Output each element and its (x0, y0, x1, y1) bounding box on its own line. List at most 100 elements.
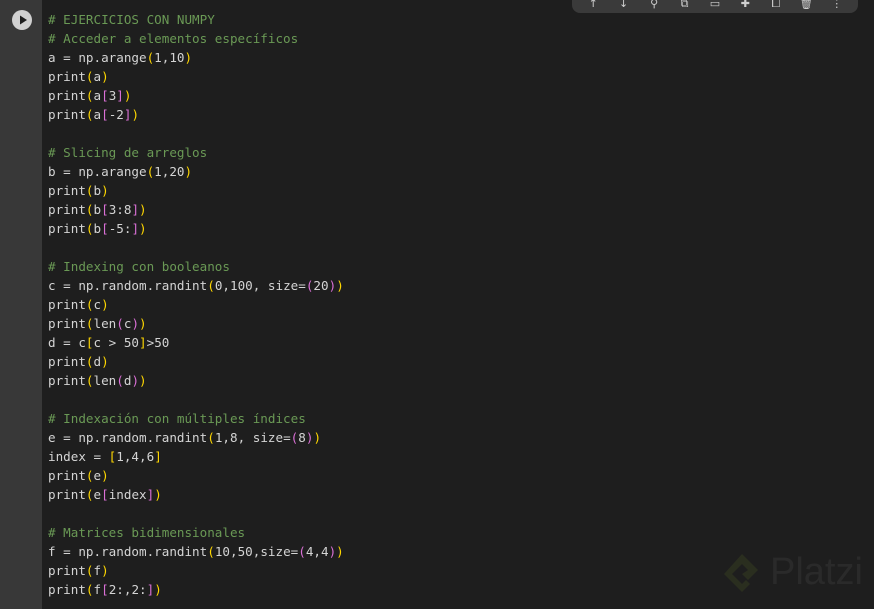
bracket: ( (85, 354, 94, 369)
bracket: ) (154, 582, 162, 597)
code-editor[interactable]: # EJERCICIOS CON NUMPY # Acceder a elemen… (42, 0, 874, 609)
bracket: ) (123, 88, 132, 103)
bracket: ) (139, 202, 147, 217)
bracket: [ (101, 107, 109, 122)
comment-icon[interactable]: ▭ (708, 0, 722, 9)
code-line: print(len(c)) (48, 316, 147, 331)
code-line: f = np.random.randint(10,50,size=(4,4)) (48, 544, 344, 559)
code-line: print(c) (48, 297, 109, 312)
bracket: ( (85, 563, 94, 578)
code-line: print(b[3:8]) (48, 202, 147, 217)
bracket: ) (101, 297, 109, 312)
code-lines: # EJERCICIOS CON NUMPY # Acceder a elemen… (48, 10, 344, 599)
code-line: print(f[2:,2:]) (48, 582, 162, 597)
platzi-watermark: Platzi (720, 550, 863, 594)
code-line: a = np.arange(1,10) (48, 50, 193, 65)
bracket: [ (101, 582, 109, 597)
bracket: ( (85, 487, 94, 502)
bracket: ) (184, 50, 193, 65)
copy-link-icon[interactable]: ⧉ (678, 0, 692, 9)
code-line: print(len(d)) (48, 373, 147, 388)
cell-toolbar: ↑ ↓ ⚲ ⧉ ▭ ✚ ⧠ 🗑 ⋮ (572, 0, 858, 13)
bracket: ( (146, 164, 155, 179)
code-line: index = [1,4,6] (48, 449, 162, 464)
bracket: ( (85, 373, 94, 388)
code-line: print(e[index]) (48, 487, 162, 502)
code-line: # Acceder a elementos específicos (48, 29, 344, 48)
bracket: [ (101, 221, 109, 236)
bracket: [ (101, 487, 109, 502)
bracket: ( (116, 316, 124, 331)
bracket: ( (85, 221, 94, 236)
cell-gutter (0, 0, 42, 609)
settings-icon[interactable]: ✚ (738, 0, 752, 9)
code-line: e = np.random.randint(1,8, size=(8)) (48, 430, 322, 445)
code-comment: # Slicing de arreglos (48, 145, 208, 160)
play-icon (20, 15, 27, 25)
code-line: b = np.arange(1,20) (48, 164, 193, 179)
bracket: ( (290, 430, 299, 445)
code-comment: # Acceder a elementos específicos (48, 31, 299, 46)
bracket: ( (116, 373, 124, 388)
arrow-up-icon[interactable]: ↑ (586, 0, 600, 9)
bracket: ( (305, 278, 314, 293)
bracket: ) (131, 107, 140, 122)
code-line: # Slicing de arreglos (48, 143, 344, 162)
bracket: ) (139, 373, 147, 388)
bracket: [ (85, 335, 94, 350)
bracket: ) (139, 221, 147, 236)
code-line: print(a[-2]) (48, 107, 140, 122)
bracket: ( (85, 297, 94, 312)
arrow-down-icon[interactable]: ↓ (617, 0, 631, 9)
bracket: ) (131, 373, 140, 388)
bracket: [ (101, 202, 109, 217)
bracket: ( (85, 468, 94, 483)
code-line: d = c[c > 50]>50 (48, 335, 170, 350)
bracket: ( (85, 582, 94, 597)
bracket: ( (298, 544, 306, 559)
bracket: ( (85, 69, 94, 84)
bracket: ( (85, 183, 94, 198)
code-line: # EJERCICIOS CON NUMPY (48, 10, 344, 29)
delete-icon[interactable]: 🗑 (799, 0, 813, 9)
bracket: ( (85, 107, 94, 122)
bracket: ( (85, 202, 94, 217)
bracket: ( (85, 316, 94, 331)
code-comment: # Indexación con múltiples índices (48, 411, 306, 426)
bracket: ( (85, 88, 94, 103)
bracket: ] (154, 449, 162, 464)
bracket: ] (116, 88, 124, 103)
code-line: # Matrices bidimensionales (48, 523, 344, 542)
bracket: [ (108, 449, 117, 464)
code-line: print(d) (48, 354, 109, 369)
bracket: ) (131, 316, 140, 331)
bracket: ) (313, 430, 322, 445)
bracket: ) (101, 183, 109, 198)
code-comment: # EJERCICIOS CON NUMPY (48, 12, 215, 27)
bracket: ) (184, 164, 193, 179)
code-line: print(f) (48, 563, 109, 578)
code-line: c = np.random.randint(0,100, size=(20)) (48, 278, 344, 293)
bracket: ) (336, 544, 344, 559)
code-line: print(b[-5:]) (48, 221, 147, 236)
mirror-icon[interactable]: ⧠ (769, 0, 783, 9)
watermark-text: Platzi (770, 550, 863, 593)
bracket: ( (207, 544, 215, 559)
code-comment: # Matrices bidimensionales (48, 525, 246, 540)
bracket: ) (101, 354, 109, 369)
bracket: ] (131, 221, 140, 236)
code-line: print(e) (48, 468, 109, 483)
bracket: ( (207, 278, 215, 293)
run-cell-button[interactable] (12, 10, 32, 30)
code-line: print(b) (48, 183, 109, 198)
bracket: ) (101, 563, 109, 578)
bracket: ( (207, 430, 215, 445)
bracket: ( (146, 50, 155, 65)
bracket: ) (154, 487, 162, 502)
link-icon[interactable]: ⚲ (647, 0, 661, 9)
more-icon[interactable]: ⋮ (830, 0, 844, 9)
code-line: print(a) (48, 69, 109, 84)
bracket: ] (139, 335, 147, 350)
